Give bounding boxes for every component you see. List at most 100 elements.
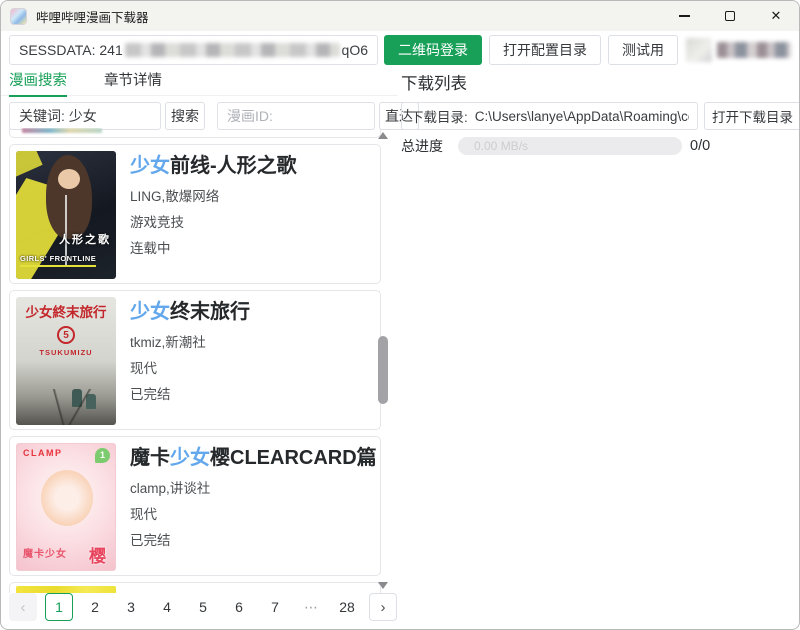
- search-button[interactable]: 搜索: [165, 102, 205, 130]
- test-button[interactable]: 测试用: [608, 35, 678, 65]
- page-prev-button[interactable]: ‹: [9, 593, 37, 621]
- title-rest: 终末旅行: [170, 301, 250, 323]
- cover-art-sliver: [22, 128, 102, 133]
- cover-text: 樱: [89, 542, 106, 567]
- cover-art: [58, 169, 80, 189]
- cover-art: [46, 155, 92, 239]
- window-controls: ✕: [661, 1, 799, 31]
- tab-bar: 漫画搜索 章节详情: [1, 69, 398, 96]
- page-button-3[interactable]: 3: [117, 593, 145, 621]
- close-button[interactable]: ✕: [753, 1, 799, 31]
- user-avatar-censored: [686, 38, 712, 62]
- download-list-heading: 下载列表: [401, 69, 800, 96]
- maximize-button[interactable]: [707, 1, 753, 31]
- manga-genre: 现代: [130, 506, 374, 523]
- progress-bar: 0.00 MB/s: [458, 137, 682, 155]
- user-name-censored: [717, 42, 791, 58]
- title-highlight: 少女: [130, 155, 170, 177]
- tab-manga-search[interactable]: 漫画搜索: [9, 69, 67, 97]
- cover-cardcaptor-sakura: CLAMP 1 魔卡少女 樱: [16, 443, 116, 571]
- manga-title: 魔卡少女樱CLEARCARD篇: [130, 445, 374, 471]
- progress-count: 0/0: [690, 138, 710, 154]
- page-button-2[interactable]: 2: [81, 593, 109, 621]
- cover-art: [16, 389, 116, 425]
- page-button-6[interactable]: 6: [225, 593, 253, 621]
- download-dir-label: 下载目录:: [410, 106, 468, 126]
- page-button-7[interactable]: 7: [261, 593, 289, 621]
- result-card-partial[interactable]: [9, 582, 381, 593]
- manga-authors: clamp,讲谈社: [130, 480, 374, 497]
- cover-art: [16, 151, 43, 179]
- result-card[interactable]: 人形之歌 GIRLS' FRONTLINE 少女前线-人形之歌 LING,散爆网…: [9, 144, 381, 284]
- cover-art: [41, 470, 93, 526]
- page-button-28[interactable]: 28: [333, 593, 361, 621]
- download-dir-box: 下载目录: C:\Users\lanye\AppData\Roaming\com…: [401, 102, 698, 130]
- manga-title: 少女前线-人形之歌: [130, 153, 297, 179]
- scrollbar-thumb[interactable]: [378, 336, 388, 404]
- pagination: ‹ 1 2 3 4 5 6 7 ⋯ 28 ›: [9, 593, 397, 621]
- minimize-icon: [679, 15, 690, 16]
- search-panel: 漫画搜索 章节详情 搜索 直达 人形之歌 GI: [1, 69, 398, 630]
- cover-art-yellow: [16, 586, 116, 593]
- result-card[interactable]: 少女終末旅行 5 TSUKUMIZU 少女终末旅行 tkmiz,新潮社 现代 已…: [9, 290, 381, 430]
- cover-volume: 5: [57, 326, 75, 344]
- cover-text: 少女終末旅行: [16, 301, 116, 321]
- sessdata-input[interactable]: SESSDATA: 241 qO6: [9, 35, 378, 65]
- titlebar: 哔哩哔哩漫画下载器 ✕: [1, 1, 799, 31]
- scrolled-card-sliver: [9, 128, 381, 138]
- page-ellipsis[interactable]: ⋯: [297, 593, 325, 621]
- page-button-4[interactable]: 4: [153, 593, 181, 621]
- cover-volume: 1: [95, 448, 110, 463]
- user-info: [686, 38, 791, 62]
- qr-login-button[interactable]: 二维码登录: [384, 35, 482, 65]
- title-pre: 魔卡: [130, 447, 170, 469]
- cover-text: GIRLS' FRONTLINE: [20, 254, 96, 267]
- tab-chapter-detail[interactable]: 章节详情: [104, 69, 162, 95]
- result-card[interactable]: CLAMP 1 魔卡少女 樱 魔卡少女樱CLEARCARD篇 clamp,讲谈社…: [9, 436, 381, 576]
- search-row: 搜索 直达: [9, 102, 398, 130]
- title-highlight: 少女: [130, 301, 170, 323]
- title-rest: 樱CLEARCARD篇: [210, 447, 377, 469]
- manga-status: 已完结: [130, 386, 250, 403]
- download-panel: 下载列表 下载目录: C:\Users\lanye\AppData\Roamin…: [398, 69, 800, 630]
- manga-status: 已完结: [130, 532, 374, 549]
- minimize-button[interactable]: [661, 1, 707, 31]
- app-icon: [10, 8, 27, 25]
- cover-text: 魔卡少女: [23, 545, 67, 560]
- download-dir-path: C:\Users\lanye\AppData\Roaming\com.l.: [475, 109, 689, 124]
- cover-text: CLAMP: [23, 448, 63, 458]
- close-icon: ✕: [771, 8, 782, 24]
- card-body: 魔卡少女樱CLEARCARD篇 clamp,讲谈社 现代 已完结: [130, 443, 374, 569]
- scroll-up-arrow[interactable]: [378, 132, 388, 139]
- app-window: 哔哩哔哩漫画下载器 ✕ SESSDATA: 241 qO6 二维码登录 打开配置…: [0, 0, 800, 630]
- result-list: 人形之歌 GIRLS' FRONTLINE 少女前线-人形之歌 LING,散爆网…: [9, 128, 381, 593]
- scroll-down-arrow[interactable]: [378, 582, 388, 589]
- manga-id-input[interactable]: [217, 102, 375, 130]
- maximize-icon: [725, 11, 735, 21]
- open-config-dir-button[interactable]: 打开配置目录: [489, 35, 601, 65]
- page-button-5[interactable]: 5: [189, 593, 217, 621]
- toolbar: SESSDATA: 241 qO6 二维码登录 打开配置目录 测试用: [1, 31, 799, 69]
- total-progress-label: 总进度: [401, 136, 443, 156]
- title-highlight: 少女: [170, 447, 210, 469]
- cover-girls-frontline: 人形之歌 GIRLS' FRONTLINE: [16, 151, 116, 279]
- page-button-1[interactable]: 1: [45, 593, 73, 621]
- page-next-button[interactable]: ›: [369, 593, 397, 621]
- list-scrollbar: [375, 128, 391, 593]
- cover-text: 人形之歌: [59, 231, 111, 247]
- card-body: 少女前线-人形之歌 LING,散爆网络 游戏竞技 连载中: [130, 151, 297, 277]
- sessdata-censored-value: [125, 43, 340, 57]
- cover-shoujo-shuumatsu: 少女終末旅行 5 TSUKUMIZU: [16, 297, 116, 425]
- manga-status: 连载中: [130, 240, 297, 257]
- download-dir-row: 下载目录: C:\Users\lanye\AppData\Roaming\com…: [401, 102, 800, 130]
- manga-genre: 现代: [130, 360, 250, 377]
- title-rest: 前线-人形之歌: [170, 155, 297, 177]
- cover-text: TSUKUMIZU: [16, 348, 116, 357]
- open-download-dir-button[interactable]: 打开下载目录: [704, 102, 800, 130]
- card-body: 少女终末旅行 tkmiz,新潮社 现代 已完结: [130, 297, 250, 423]
- sessdata-suffix: qO6: [342, 42, 368, 58]
- keyword-input[interactable]: [9, 102, 161, 130]
- manga-authors: LING,散爆网络: [130, 188, 297, 205]
- manga-title: 少女终末旅行: [130, 299, 250, 325]
- sessdata-prefix: SESSDATA: 241: [19, 42, 123, 58]
